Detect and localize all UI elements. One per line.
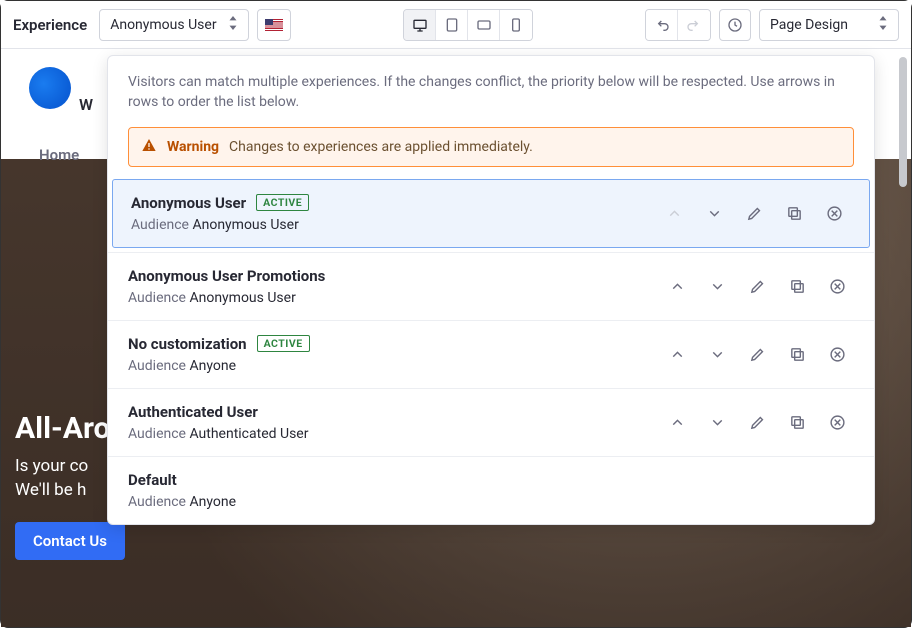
scrollbar[interactable] — [899, 57, 907, 187]
experience-row[interactable]: Anonymous User ACTIVE Audience Anonymous U… — [112, 179, 870, 248]
experience-name: No customization — [128, 335, 247, 353]
viewport-tablet[interactable] — [436, 10, 468, 40]
edit-button[interactable] — [737, 196, 771, 230]
active-badge: ACTIVE — [256, 194, 309, 211]
experience-audience: Audience Anyone — [128, 358, 652, 374]
viewport-selector — [403, 9, 533, 41]
duplicate-button[interactable] — [777, 196, 811, 230]
move-up-button[interactable] — [660, 337, 694, 371]
edit-button[interactable] — [740, 337, 774, 371]
row-actions — [660, 337, 854, 371]
experience-name: Anonymous User Promotions — [128, 267, 325, 285]
experience-label: Experience — [13, 16, 87, 34]
row-actions — [657, 196, 851, 230]
sort-icon — [228, 16, 238, 34]
experience-name: Default — [128, 471, 177, 489]
experience-info: Anonymous User ACTIVE Audience Anonymous U… — [131, 194, 649, 233]
experience-panel: Visitors can match multiple experiences.… — [107, 55, 875, 525]
viewport-desktop[interactable] — [404, 10, 436, 40]
row-actions — [660, 405, 854, 439]
experience-dropdown-value: Anonymous User — [110, 17, 216, 33]
redo-button[interactable] — [678, 10, 710, 40]
delete-button[interactable] — [817, 196, 851, 230]
experience-audience: Audience Authenticated User — [128, 426, 652, 442]
site-logo-text: W — [79, 95, 93, 114]
experience-info: No customization ACTIVE Audience Anyone — [128, 335, 652, 374]
experience-row[interactable]: Anonymous User Promotions Audience Anonym… — [108, 252, 874, 320]
move-down-button[interactable] — [700, 337, 734, 371]
move-up-button[interactable] — [660, 405, 694, 439]
edit-button[interactable] — [740, 269, 774, 303]
experience-info: Authenticated User Audience Authenticated… — [128, 403, 652, 442]
warning-message: Changes to experiences are applied immed… — [229, 139, 533, 155]
experience-list: Anonymous User ACTIVE Audience Anonymous U… — [108, 179, 874, 524]
delete-button[interactable] — [820, 337, 854, 371]
site-nav-home[interactable]: Home — [39, 146, 79, 164]
row-actions — [660, 269, 854, 303]
history-button[interactable] — [719, 9, 751, 41]
page-mode-value: Page Design — [770, 17, 848, 33]
experience-audience: Audience Anonymous User — [128, 290, 652, 306]
duplicate-button[interactable] — [780, 269, 814, 303]
warning-title: Warning — [167, 139, 219, 155]
site-logo-icon — [29, 67, 71, 109]
sort-icon — [878, 16, 888, 34]
move-down-button[interactable] — [700, 405, 734, 439]
move-down-button[interactable] — [697, 196, 731, 230]
editor-toolbar: Experience Anonymous User — [1, 1, 911, 49]
active-badge: ACTIVE — [257, 335, 310, 352]
move-up-button[interactable] — [660, 269, 694, 303]
experience-row[interactable]: No customization ACTIVE Audience Anyone — [108, 320, 874, 388]
experience-info: Default Audience Anyone — [128, 471, 854, 510]
edit-button[interactable] — [740, 405, 774, 439]
experience-name: Anonymous User — [131, 194, 246, 212]
undo-button[interactable] — [646, 10, 678, 40]
experience-row[interactable]: Default Audience Anyone — [108, 456, 874, 524]
delete-button[interactable] — [820, 405, 854, 439]
undo-redo-group — [645, 9, 711, 41]
viewport-landscape[interactable] — [468, 10, 500, 40]
duplicate-button[interactable] — [780, 337, 814, 371]
viewport-mobile[interactable] — [500, 10, 532, 40]
duplicate-button[interactable] — [780, 405, 814, 439]
move-down-button[interactable] — [700, 269, 734, 303]
experience-audience: Audience Anonymous User — [131, 217, 649, 233]
warning-alert: Warning Changes to experiences are appli… — [128, 127, 854, 167]
panel-help-text: Visitors can match multiple experiences.… — [108, 56, 874, 127]
page-mode-dropdown[interactable]: Page Design — [759, 9, 899, 41]
flag-us-icon — [265, 19, 283, 31]
experience-audience: Audience Anyone — [128, 494, 854, 510]
experience-info: Anonymous User Promotions Audience Anonym… — [128, 267, 652, 306]
experience-row[interactable]: Authenticated User Audience Authenticated… — [108, 388, 874, 456]
experience-name: Authenticated User — [128, 403, 258, 421]
contact-us-button[interactable]: Contact Us — [15, 522, 125, 560]
move-up-button — [657, 196, 691, 230]
locale-selector[interactable] — [257, 9, 291, 41]
delete-button[interactable] — [820, 269, 854, 303]
warning-icon — [141, 137, 157, 157]
experience-dropdown[interactable]: Anonymous User — [99, 9, 249, 41]
